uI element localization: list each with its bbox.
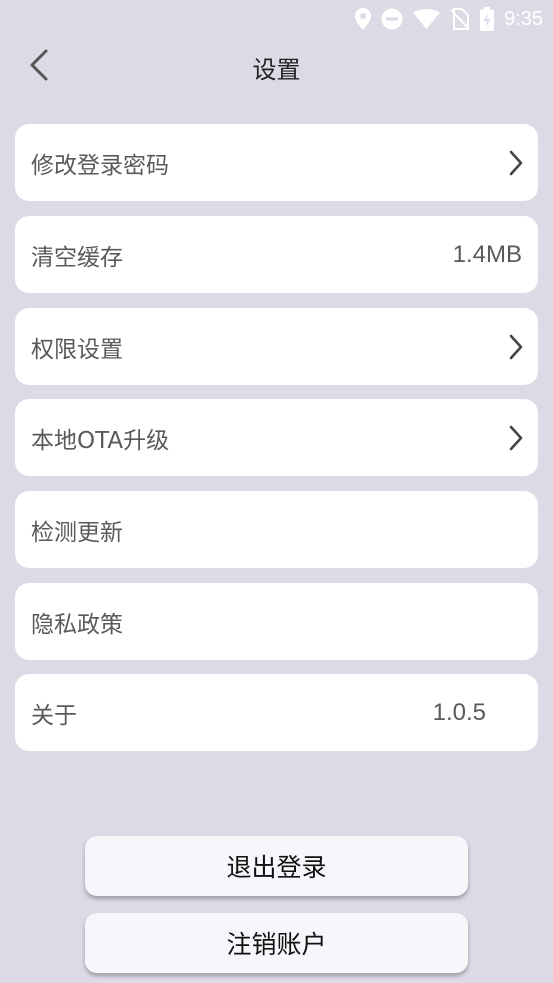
settings-item-change-password[interactable]: 修改登录密码 [15, 124, 538, 201]
app-version-value: 1.0.5 [432, 698, 486, 726]
delete-account-button-label: 注销账户 [226, 930, 327, 959]
settings-item-clear-cache[interactable]: 清空缓存 1.4MB [15, 216, 538, 293]
settings-item-about[interactable]: 关于 1.0.5 [15, 674, 538, 751]
location-pin-icon [355, 8, 372, 30]
settings-item-label: 检测更新 [31, 519, 123, 546]
settings-item-privacy-policy[interactable]: 隐私政策 [15, 583, 538, 660]
cache-size-value: 1.4MB [452, 240, 522, 268]
logout-button-label: 退出登录 [226, 853, 327, 882]
battery-charging-icon [480, 7, 495, 31]
settings-item-label: 关于 [31, 702, 77, 729]
wifi-icon [413, 9, 441, 29]
no-sim-icon [450, 8, 470, 30]
chevron-right-icon [506, 424, 526, 452]
settings-item-local-ota[interactable]: 本地OTA升级 [15, 399, 538, 476]
chevron-right-icon [506, 149, 526, 177]
header: 设置 [0, 38, 553, 96]
chevron-right-icon [506, 333, 526, 361]
logout-button[interactable]: 退出登录 [85, 836, 468, 896]
settings-item-label: 修改登录密码 [31, 152, 169, 179]
status-time: 9:35 [504, 7, 543, 30]
settings-item-check-update[interactable]: 检测更新 [15, 491, 538, 568]
settings-item-label: 本地OTA升级 [31, 427, 170, 454]
do-not-disturb-icon [381, 8, 403, 30]
settings-item-label: 隐私政策 [31, 611, 123, 638]
delete-account-button[interactable]: 注销账户 [85, 913, 468, 973]
page-title: 设置 [252, 56, 301, 84]
settings-item-permissions[interactable]: 权限设置 [15, 308, 538, 385]
settings-item-label: 权限设置 [31, 336, 123, 363]
status-bar: 9:35 [0, 0, 553, 38]
settings-item-label: 清空缓存 [31, 244, 123, 271]
